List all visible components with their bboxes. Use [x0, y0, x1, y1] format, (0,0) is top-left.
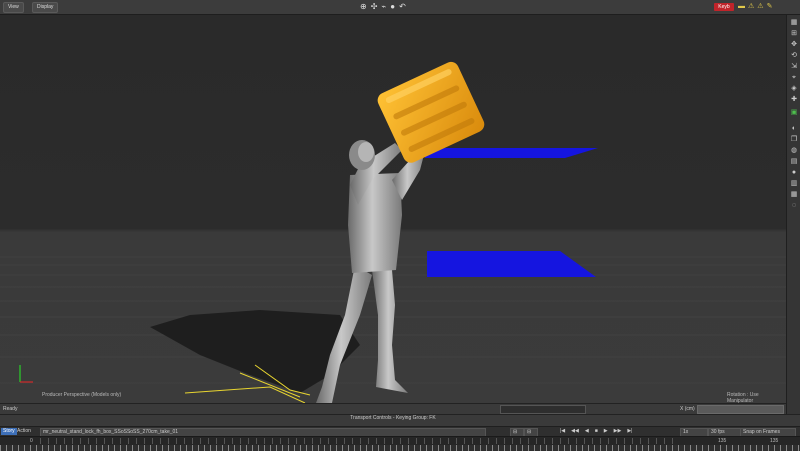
action-tab[interactable]: Action [15, 428, 33, 435]
undo-icon[interactable]: ↶ [399, 1, 406, 13]
warning-icon[interactable]: ⚠ [757, 1, 763, 13]
panel-icon[interactable]: ▥ [790, 180, 798, 188]
x-coord-label: X (cm) [680, 406, 695, 412]
timeline[interactable]: 0 135 135 [0, 436, 800, 451]
timeline-ruler[interactable] [40, 438, 680, 444]
step-back-icon[interactable]: ◀ [585, 428, 589, 434]
x-coord-field[interactable] [697, 405, 784, 414]
circle-icon[interactable]: ◌ [790, 202, 798, 210]
grid-icon[interactable]: ▦ [790, 19, 798, 27]
camera-label: Producer Perspective (Models only) [42, 392, 122, 398]
lower-blue-plane [427, 251, 596, 277]
copy-icon[interactable]: ❐ [790, 136, 798, 144]
grid2-icon[interactable]: ▦ [790, 191, 798, 199]
rewind-icon[interactable]: ◀◀ [571, 428, 579, 434]
keying-tools: ▬ ⚠ ⚠ ✎ [738, 1, 772, 13]
move-icon[interactable]: ✥ [790, 41, 798, 49]
layer-icon[interactable]: ▣ [790, 109, 798, 117]
shading-icon[interactable]: ◐ [790, 125, 798, 133]
scale-icon[interactable]: ⇲ [790, 63, 798, 71]
rotate-icon[interactable]: ⟲ [790, 52, 798, 60]
manipulator-tools: ⊕ ✣ ⌁ ● ↶ [360, 1, 406, 13]
frame-ticks [0, 445, 800, 451]
start-frame[interactable]: 0 [30, 438, 33, 444]
top-toolbar: View Display ⊕ ✣ ⌁ ● ↶ Keyb ▬ ⚠ ⚠ ✎ [0, 0, 800, 15]
transport-title: Transport Controls - Keying Group: FK [350, 415, 436, 421]
fast-forward-icon[interactable]: ▶▶ [614, 428, 622, 434]
frame-icon[interactable]: ⊞ [790, 30, 798, 38]
progress-field [500, 405, 586, 414]
keying-mode-icon[interactable]: ▬ [738, 1, 745, 13]
target-icon[interactable]: ⌖ [790, 74, 798, 82]
status-text: Ready [3, 406, 18, 412]
translate-tool-icon[interactable]: ✣ [371, 1, 378, 13]
end-frame-2[interactable]: 135 [770, 438, 778, 444]
axis-gizmo [19, 365, 33, 383]
playback-controls: |◀ ◀◀ ◀ ■ ▶ ▶▶ ▶| [560, 428, 632, 434]
right-toolbar: ▦ ⊞ ✥ ⟲ ⇲ ⌖ ◈ ✚ ▣ ◐ ❐ ◍ ▤ ● ▥ ▦ ◌ [786, 15, 800, 415]
view-menu-button[interactable]: View [3, 2, 24, 13]
add-icon[interactable]: ✚ [790, 96, 798, 104]
go-start-icon[interactable]: |◀ [560, 428, 565, 434]
rotation-label: Rotation : Use Manipulator [727, 392, 759, 403]
list-icon[interactable]: ▤ [790, 158, 798, 166]
marker-icon[interactable]: ◈ [790, 85, 798, 93]
key-button[interactable]: Keyb [714, 3, 734, 11]
warning-icon[interactable]: ⚠ [748, 1, 754, 13]
sphere-icon[interactable]: ◍ [790, 147, 798, 155]
status-bar: Ready X (cm) [0, 403, 786, 414]
character-model [316, 140, 426, 403]
rotate-tool-icon[interactable]: ⊕ [360, 1, 367, 13]
upper-blue-plane [425, 148, 598, 158]
dot-icon[interactable]: ● [790, 169, 798, 177]
end-frame[interactable]: 135 [718, 438, 726, 444]
select-tool-icon[interactable]: ● [390, 1, 395, 13]
go-end-icon[interactable]: ▶| [627, 428, 632, 434]
display-menu-button[interactable]: Display [32, 2, 59, 13]
curve-tool-icon[interactable]: ⌁ [381, 1, 386, 13]
3d-viewport[interactable]: Producer Perspective (Models only) Rotat… [0, 15, 786, 403]
play-icon[interactable]: ▶ [604, 428, 608, 434]
scene-render [0, 61, 786, 403]
edit-icon[interactable]: ✎ [767, 1, 773, 13]
stop-icon[interactable]: ■ [595, 428, 598, 434]
